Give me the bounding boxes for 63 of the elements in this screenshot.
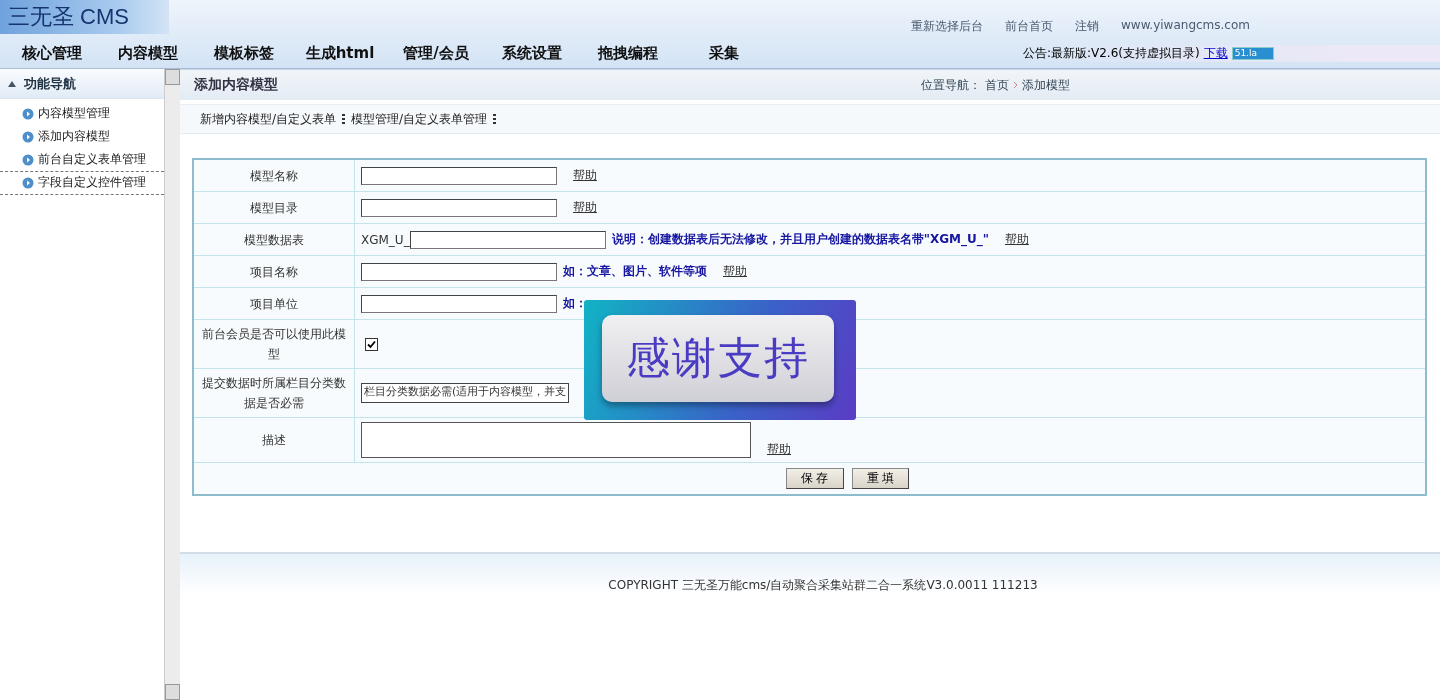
field-label: 项目单位 <box>250 296 298 311</box>
menu-item[interactable]: 采集 <box>676 43 772 63</box>
download-link[interactable]: 下载 <box>1203 44 1228 62</box>
field-label: 模型数据表 <box>244 232 304 247</box>
text-field[interactable] <box>361 198 557 217</box>
text-field[interactable] <box>361 166 557 185</box>
breadcrumb-label: 位置导航： <box>921 76 981 94</box>
text-field[interactable] <box>361 294 557 313</box>
field-label: 描述 <box>262 433 286 447</box>
category-select[interactable]: 栏目分类数据必需(适用于内容模型，并支 <box>361 383 570 403</box>
field-note: 如：文章、图片、软件等项 <box>563 263 707 280</box>
menu-item[interactable]: 生成html <box>292 43 388 63</box>
play-circle-icon <box>22 176 34 189</box>
help-link[interactable]: 帮助 <box>573 167 597 184</box>
stats-badge[interactable]: 51.la <box>1231 46 1274 60</box>
help-link[interactable]: 帮助 <box>1004 231 1029 248</box>
field-label: 模型目录 <box>250 200 298 215</box>
form-button[interactable]: 重 填 <box>851 468 910 489</box>
menu-item[interactable]: 管理/会员 <box>388 43 484 63</box>
help-link[interactable]: 帮助 <box>723 263 747 280</box>
banner-text: 感谢支持 <box>602 315 834 402</box>
play-circle-icon <box>22 130 34 143</box>
sidebar-item[interactable]: 添加内容模型 <box>0 126 164 149</box>
breadcrumb-link[interactable]: 添加模型 <box>1022 76 1070 94</box>
collapse-icon[interactable] <box>8 80 16 87</box>
text-field[interactable] <box>409 230 606 249</box>
field-label: 提交数据时所属栏目分类数据是否必需 <box>202 376 346 410</box>
sidebar-item[interactable]: 内容模型管理 <box>0 103 164 126</box>
field-label: 模型名称 <box>250 168 298 183</box>
play-circle-icon <box>22 107 34 120</box>
field-note: 说明：创建数据表后无法修改，并且用户创建的数据表名带"XGM_U_" <box>611 231 989 248</box>
play-circle-icon <box>22 153 34 166</box>
notice-text: 公告:最新版:V2.6(支持虚拟目录) <box>1022 44 1200 62</box>
help-link[interactable]: 帮助 <box>767 441 791 458</box>
menu-item[interactable]: 核心管理 <box>4 43 100 63</box>
tab-link[interactable]: 模型管理/自定义表单管理 <box>351 110 488 128</box>
text-field[interactable] <box>361 262 557 281</box>
top-link[interactable]: 前台首页 <box>1005 18 1054 35</box>
description-field[interactable] <box>361 422 751 458</box>
menu-item[interactable]: 模板标签 <box>196 43 292 63</box>
field-note: 如： <box>563 295 587 312</box>
top-link[interactable]: www.yiwangcms.com <box>1121 18 1250 35</box>
field-label: 前台会员是否可以使用此模型 <box>202 327 346 361</box>
copyright-text: COPYRIGHT 三无圣万能cms/自动聚合采集站群二合一系统V3.0.0011 111213 <box>608 577 1038 594</box>
top-link[interactable]: 重新选择后台 <box>911 18 984 35</box>
checkbox[interactable] <box>365 337 378 351</box>
logo: 三无圣 CMS <box>0 0 169 34</box>
sidebar-title: 功能导航 <box>24 74 76 93</box>
form-button[interactable]: 保 存 <box>785 468 844 489</box>
menu-item[interactable]: 拖拽编程 <box>580 43 676 63</box>
help-link[interactable]: 帮助 <box>573 199 597 216</box>
table-prefix: XGM_U_ <box>361 232 410 247</box>
breadcrumb-link[interactable]: 首页 <box>985 76 1009 94</box>
chevron-icon <box>1013 81 1018 89</box>
top-link[interactable]: 注销 <box>1075 18 1100 35</box>
menu-item[interactable]: 系统设置 <box>484 43 580 63</box>
menu-item[interactable]: 内容模型 <box>100 43 196 63</box>
separator-icon <box>342 113 346 125</box>
separator-icon <box>493 113 497 125</box>
page-title: 添加内容模型 <box>194 76 278 94</box>
tab-link[interactable]: 新增内容模型/自定义表单 <box>200 110 337 128</box>
scrollbar[interactable] <box>164 69 180 700</box>
field-label: 项目名称 <box>250 264 298 279</box>
